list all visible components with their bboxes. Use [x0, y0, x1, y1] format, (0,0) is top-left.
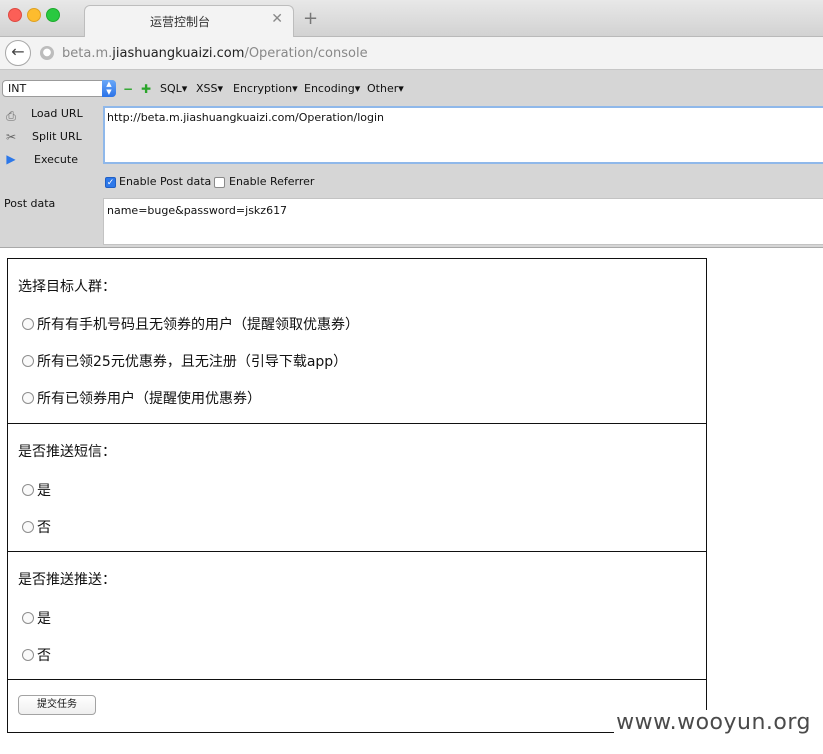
- submit-section: 提交任务: [7, 679, 707, 733]
- sms-option-no-label: 否: [37, 520, 51, 536]
- target-option-1[interactable]: 所有有手机号码且无领券的用户（提醒领取优惠券）: [22, 314, 359, 334]
- tab-title: 运营控制台: [149, 15, 210, 29]
- submit-task-button[interactable]: 提交任务: [18, 695, 96, 715]
- push-option-yes[interactable]: 是: [22, 608, 51, 628]
- zoom-window-button[interactable]: [46, 8, 60, 22]
- target-option-3-label: 所有已领券用户（提醒使用优惠券）: [37, 391, 261, 407]
- browser-tab[interactable]: 运营控制台 ✕: [84, 5, 294, 37]
- close-window-button[interactable]: [8, 8, 22, 22]
- target-audience-question: 选择目标人群：: [18, 279, 116, 295]
- load-url-icon[interactable]: ⎙: [4, 109, 18, 123]
- radio-button[interactable]: [22, 355, 34, 367]
- post-data-textarea[interactable]: name=buge&password=jskz617: [103, 198, 823, 245]
- plus-icon[interactable]: ✚: [141, 82, 151, 96]
- target-audience-section: 选择目标人群： 所有有手机号码且无领券的用户（提醒领取优惠券） 所有已领25元优…: [7, 258, 707, 424]
- radio-button[interactable]: [22, 318, 34, 330]
- sms-option-yes[interactable]: 是: [22, 480, 51, 500]
- watermark: www.wooyun.org: [614, 710, 813, 735]
- minus-icon[interactable]: −: [123, 82, 133, 96]
- scissors-icon[interactable]: ✂: [4, 130, 18, 144]
- radio-button[interactable]: [22, 521, 34, 533]
- push-question: 是否推送推送：: [18, 572, 116, 588]
- sms-option-no[interactable]: 否: [22, 517, 51, 537]
- hackbar-toolbar: INT ▲ ▼ − ✚ SQL▾ XSS▾ Encryption▾ Encodin…: [0, 70, 823, 248]
- menu-encryption[interactable]: Encryption▾: [233, 82, 298, 95]
- url-prefix: beta.m.: [62, 46, 113, 61]
- enable-post-checkbox[interactable]: ✓: [105, 177, 116, 188]
- menu-xss[interactable]: XSS▾: [196, 82, 223, 95]
- url-path: /Operation/console: [244, 46, 368, 61]
- select-arrows-icon: ▲ ▼: [102, 80, 116, 97]
- navigation-bar: ← ● beta.m.jiashuangkuaizi.com/Operation…: [0, 37, 823, 70]
- target-option-1-label: 所有有手机号码且无领券的用户（提醒领取优惠券）: [37, 317, 359, 333]
- menu-sql-label: SQL: [160, 82, 182, 95]
- play-icon[interactable]: ▶: [4, 152, 18, 166]
- int-select[interactable]: INT ▲ ▼: [2, 80, 116, 97]
- sms-option-yes-label: 是: [37, 483, 51, 499]
- radio-button[interactable]: [22, 649, 34, 661]
- url-textarea[interactable]: http://beta.m.jiashuangkuaizi.com/Operat…: [103, 106, 823, 164]
- push-option-yes-label: 是: [37, 611, 51, 627]
- sms-question: 是否推送短信：: [18, 444, 116, 460]
- target-option-2-label: 所有已领25元优惠券，且无注册（引导下载app）: [37, 354, 348, 370]
- back-button[interactable]: ←: [5, 40, 31, 66]
- load-url-button[interactable]: Load URL: [31, 107, 83, 120]
- menu-other-label: Other: [367, 82, 399, 95]
- menu-other[interactable]: Other▾: [367, 82, 404, 95]
- minimize-window-button[interactable]: [27, 8, 41, 22]
- arrow-left-icon: ←: [11, 42, 25, 61]
- close-icon[interactable]: ✕: [271, 11, 283, 27]
- globe-icon: ●: [40, 46, 54, 60]
- title-bar: 运营控制台 ✕ +: [0, 0, 823, 37]
- push-option-no-label: 否: [37, 648, 51, 664]
- int-select-value: INT: [8, 82, 27, 95]
- menu-xss-label: XSS: [196, 82, 218, 95]
- radio-button[interactable]: [22, 392, 34, 404]
- address-bar[interactable]: beta.m.jiashuangkuaizi.com/Operation/con…: [62, 46, 368, 61]
- sms-push-section: 是否推送短信： 是 否: [7, 423, 707, 552]
- app-push-section: 是否推送推送： 是 否: [7, 551, 707, 680]
- enable-post-label: Enable Post data: [119, 175, 212, 188]
- target-option-3[interactable]: 所有已领券用户（提醒使用优惠券）: [22, 388, 261, 408]
- enable-referrer-label: Enable Referrer: [229, 175, 315, 188]
- new-tab-button[interactable]: +: [303, 8, 318, 29]
- url-domain: jiashuangkuaizi.com: [112, 46, 245, 61]
- menu-sql[interactable]: SQL▾: [160, 82, 187, 95]
- post-data-label: Post data: [4, 197, 56, 210]
- menu-encoding[interactable]: Encoding▾: [304, 82, 360, 95]
- menu-encoding-label: Encoding: [304, 82, 355, 95]
- enable-referrer-checkbox[interactable]: [214, 177, 225, 188]
- radio-button[interactable]: [22, 484, 34, 496]
- menu-encryption-label: Encryption: [233, 82, 293, 95]
- push-option-no[interactable]: 否: [22, 645, 51, 665]
- target-option-2[interactable]: 所有已领25元优惠券，且无注册（引导下载app）: [22, 351, 347, 371]
- execute-button[interactable]: Execute: [34, 153, 78, 166]
- radio-button[interactable]: [22, 612, 34, 624]
- split-url-button[interactable]: Split URL: [32, 130, 82, 143]
